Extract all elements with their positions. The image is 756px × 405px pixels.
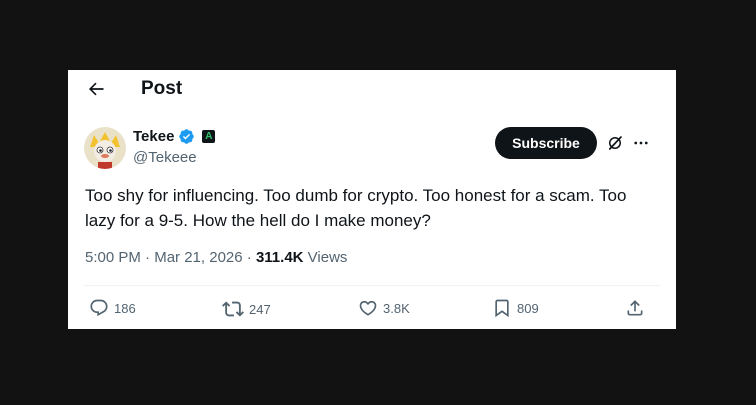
page-title: Post bbox=[141, 78, 183, 99]
tweet-date[interactable]: Mar 21, 2026 bbox=[154, 249, 242, 266]
affiliate-badge[interactable]: A bbox=[202, 130, 216, 143]
back-button[interactable] bbox=[82, 78, 110, 100]
repost-count: 247 bbox=[249, 301, 271, 317]
reply-icon bbox=[90, 299, 108, 317]
author-name[interactable]: Tekee bbox=[133, 128, 174, 145]
like-count: 3.8K bbox=[383, 300, 410, 316]
tweet-time[interactable]: 5:00 PM bbox=[85, 249, 141, 266]
heart-icon bbox=[359, 300, 377, 316]
action-bar: 186 247 3.8K 809 bbox=[68, 298, 676, 322]
arrow-left-icon bbox=[88, 82, 104, 96]
author-handle[interactable]: @Tekeee bbox=[133, 149, 197, 166]
bookmark-button[interactable]: 809 bbox=[492, 298, 539, 318]
meta-separator: · bbox=[140, 249, 155, 266]
bookmark-icon bbox=[495, 299, 509, 318]
grok-button[interactable] bbox=[605, 133, 625, 153]
post-header: Post bbox=[68, 70, 676, 110]
meta-separator: · bbox=[242, 249, 256, 266]
tweet-text: Too shy for influencing. Too dumb for cr… bbox=[85, 186, 627, 230]
avatar-image bbox=[84, 127, 126, 169]
more-dots-icon bbox=[634, 141, 648, 145]
bookmark-count: 809 bbox=[517, 300, 539, 316]
divider bbox=[84, 285, 660, 286]
share-button[interactable] bbox=[625, 298, 645, 318]
reply-count: 186 bbox=[114, 300, 136, 316]
more-button[interactable] bbox=[631, 133, 651, 153]
repost-button[interactable]: 247 bbox=[222, 298, 271, 320]
post-card: Post Tekee A @Tekeee Subscribe Too shy f… bbox=[68, 70, 676, 329]
reply-button[interactable]: 186 bbox=[89, 298, 136, 318]
subscribe-button[interactable]: Subscribe bbox=[495, 127, 597, 159]
repost-icon bbox=[222, 301, 244, 317]
grok-icon bbox=[608, 136, 622, 150]
share-icon bbox=[627, 300, 643, 316]
views-label: Views bbox=[303, 249, 348, 266]
verified-badge-icon bbox=[179, 129, 195, 144]
avatar[interactable] bbox=[84, 127, 126, 169]
author-name-row: Tekee A bbox=[133, 128, 216, 145]
views-count[interactable]: 311.4K bbox=[256, 249, 304, 266]
tweet-meta: 5:00 PM · Mar 21, 2026 · 311.4K Views bbox=[85, 249, 347, 266]
like-button[interactable]: 3.8K bbox=[358, 298, 410, 318]
